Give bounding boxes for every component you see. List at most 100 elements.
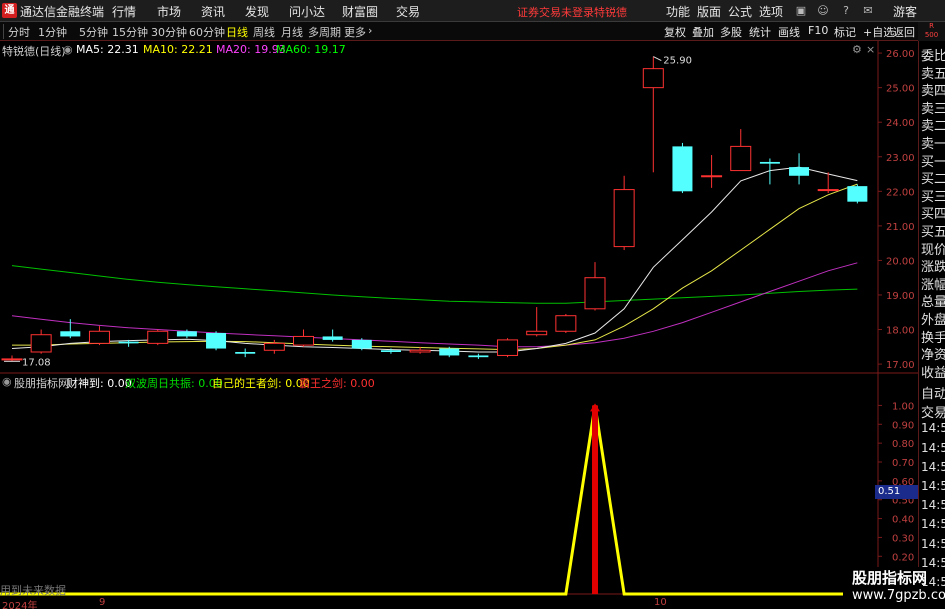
candle [147, 329, 169, 346]
price-tick-label: 19.00 [886, 291, 915, 302]
adjust-button[interactable]: 复权 [664, 24, 686, 40]
candle [235, 348, 256, 358]
auto-trade-label[interactable]: 交易 [921, 402, 945, 421]
quote-label: 卖五 [921, 66, 945, 82]
menu-formula[interactable]: 公式 [728, 3, 752, 20]
price-chart[interactable]: 26.00 25.00 24.00 23.00 22.00 21.00 20.00 19.00… [0, 41, 918, 609]
menu-layout[interactable]: 版面 [697, 3, 721, 20]
add-favorite-button[interactable]: +自选 [863, 24, 894, 40]
low-label: 17.08 [22, 357, 51, 368]
price-tick-label: 25.00 [886, 84, 915, 95]
help-icon[interactable]: ? [838, 3, 854, 19]
multi-stock-button[interactable]: 多股 [720, 24, 742, 40]
price-tick-label: 17.00 [886, 360, 915, 371]
indicator-line [0, 405, 878, 596]
price-labels: 25.90 17.08 [4, 56, 692, 368]
indicator-tick-label: 1.00 [892, 401, 914, 412]
tick-time: 14:56 [921, 517, 945, 532]
menu-trade[interactable]: 交易 [396, 3, 420, 20]
login-notice[interactable]: 证券交易未登录 [517, 4, 594, 20]
period-toolbar: 分时 1分钟 5分钟 15分钟 30分钟 60分钟 日线 周线 月线 多周期 更… [0, 22, 945, 41]
overlay-button[interactable]: 叠加 [692, 24, 714, 40]
candle [584, 262, 606, 311]
quote-label: 买二 [921, 172, 945, 188]
quote-label: 收益 [921, 365, 945, 381]
candle-body [526, 330, 548, 336]
quote-label: 外盘 [921, 313, 945, 328]
app-logo-icon: 通 [2, 3, 17, 18]
menu-wealth[interactable]: 财富圈 [342, 3, 378, 20]
ma10-line [12, 183, 858, 351]
candle [759, 158, 780, 185]
ma60-line [11, 265, 858, 304]
menu-ask[interactable]: 问小达 [289, 3, 325, 20]
candle-body [847, 186, 868, 202]
menu-market[interactable]: 市场 [157, 3, 181, 20]
indicator-name[interactable]: 股朋指标网 [14, 375, 69, 391]
period-monthly[interactable]: 月线 [281, 24, 303, 40]
app-title: 通达信金融终端 [20, 5, 105, 19]
toolbar-separator [3, 24, 4, 39]
price-tick-label: 26.00 [886, 49, 915, 60]
candle-body [439, 348, 460, 356]
indicator-tick-label: 0.70 [892, 458, 914, 469]
price-tick-label: 23.00 [886, 153, 915, 164]
user-label[interactable]: 游客 [893, 3, 917, 20]
skin-icon[interactable]: ☺ [815, 3, 831, 19]
f10-button[interactable]: F10 [808, 24, 828, 37]
indicator-caishen: 财神到: 0.00 [67, 377, 132, 390]
future-data-tag: 用到未来数据 [0, 584, 66, 597]
period-weekly[interactable]: 周线 [253, 24, 275, 40]
indicator-tick-label: 0.20 [892, 552, 914, 563]
candle-body [206, 332, 227, 349]
candle-body [730, 145, 752, 172]
tick-time: 14:56 [921, 459, 945, 474]
period-intraday[interactable]: 分时 [8, 24, 30, 40]
menu-quotes[interactable]: 行情 [112, 3, 136, 20]
menu-discover[interactable]: 发现 [245, 3, 269, 20]
tick-time: 14:56 [921, 440, 945, 455]
tile-icon[interactable]: ▣ [793, 3, 809, 19]
menu-bar: 通 通达信金融终端 行情 市场 资讯 发现 问小达 财富圈 交易 证券交易未登录… [0, 0, 945, 22]
candle [88, 326, 110, 346]
price-tick-label: 22.00 [886, 187, 915, 198]
candle [789, 153, 810, 185]
period-60min[interactable]: 60分钟 [189, 24, 225, 40]
candle-body [293, 335, 314, 346]
period-daily[interactable]: 日线 [226, 24, 248, 40]
menu-news[interactable]: 资讯 [201, 3, 225, 20]
indicator-settings-icon[interactable]: ◉ [2, 375, 12, 388]
mark-button[interactable]: 标记 [834, 24, 856, 40]
watermark-title: 股朋指标网 [852, 569, 928, 587]
menu-functions[interactable]: 功能 [666, 3, 690, 20]
candle-body [497, 339, 519, 356]
candle-body [30, 334, 52, 353]
quote-label: 买三 [921, 189, 945, 205]
draw-line-button[interactable]: 画线 [778, 24, 800, 40]
signal-arrow-icon [590, 403, 600, 412]
candle-body [380, 350, 401, 352]
tick-time: 14:56 [921, 479, 945, 493]
quote-label: 涨跌 [921, 260, 945, 276]
period-multi[interactable]: 多周期 [308, 24, 341, 40]
period-5min[interactable]: 5分钟 [79, 24, 108, 40]
indicator-tick-label: 0.30 [892, 533, 914, 544]
date-label-month-10: 10 [654, 597, 667, 608]
chevron-right-icon[interactable]: › [368, 24, 372, 37]
statistics-button[interactable]: 统计 [749, 24, 771, 40]
candle-body [409, 349, 431, 353]
date-label-year: 2024年 [2, 601, 38, 609]
message-icon[interactable]: ✉ [860, 3, 876, 19]
back-button[interactable]: 返回 [893, 24, 915, 40]
period-30min[interactable]: 30分钟 [151, 24, 187, 40]
quote-label: 净资 [921, 348, 945, 364]
period-more[interactable]: 更多 [344, 24, 366, 40]
candle-body [118, 341, 139, 344]
menu-options[interactable]: 选项 [759, 3, 783, 20]
period-15min[interactable]: 15分钟 [112, 24, 148, 40]
ma5-line [11, 166, 858, 353]
candle-body [584, 277, 606, 310]
auto-trade-label[interactable]: 自动 [921, 383, 945, 402]
candle-body [468, 355, 489, 358]
period-1min[interactable]: 1分钟 [38, 24, 67, 40]
